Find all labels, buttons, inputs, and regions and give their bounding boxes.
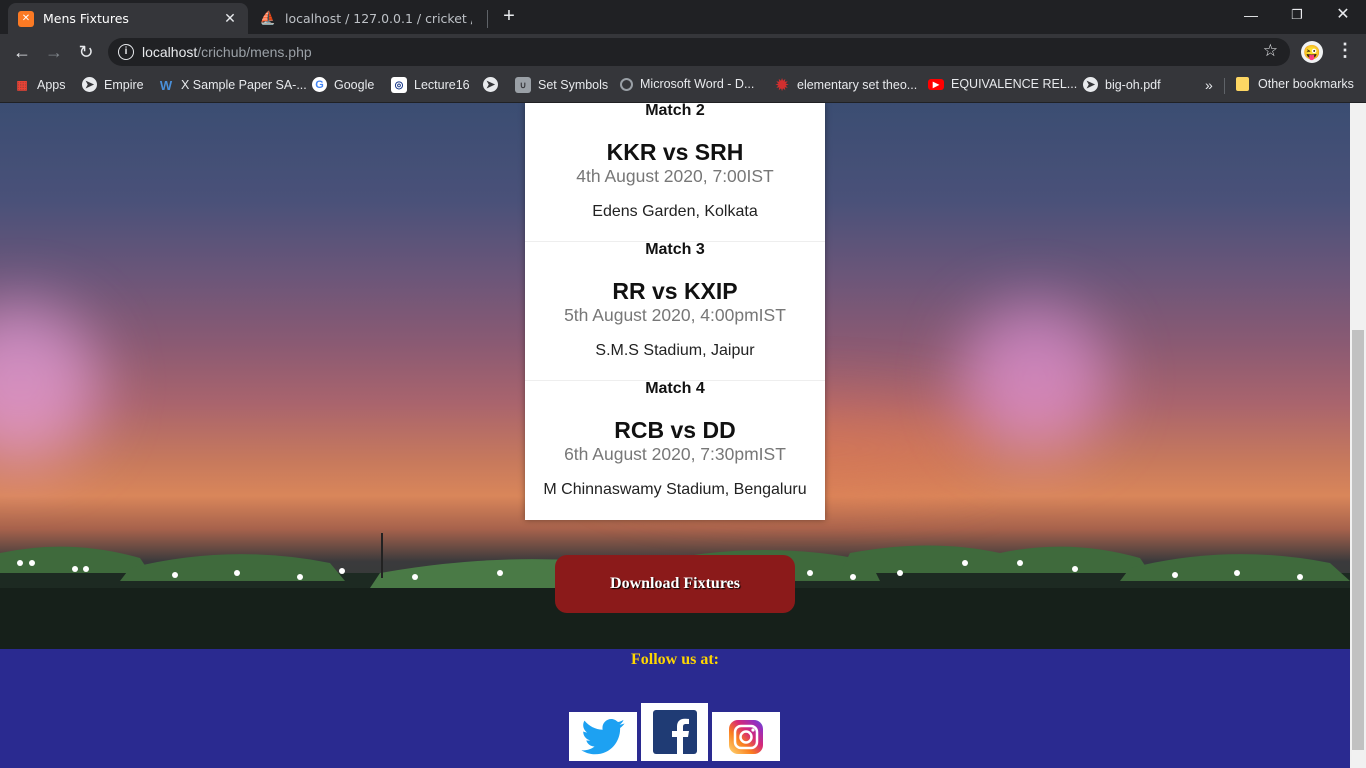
fixture-card: Match 3 RR vs KXIP 5th August 2020, 4:00… — [525, 242, 825, 381]
scrollbar-thumb[interactable] — [1352, 330, 1364, 750]
bookmark-equivalence[interactable]: ▶ EQUIVALENCE REL... — [928, 77, 1077, 91]
forward-button[interactable]: → — [42, 40, 66, 64]
close-window-button[interactable]: ✕ — [1320, 0, 1366, 30]
tab-divider — [487, 10, 488, 28]
match-venue: Edens Garden, Kolkata — [592, 203, 758, 220]
bookmark-apps[interactable]: ▦ Apps — [14, 77, 65, 93]
bookmarks-overflow-button[interactable]: » — [1205, 77, 1213, 93]
bookmark-google[interactable]: G Google — [312, 77, 374, 92]
match-teams: RCB vs DD — [614, 417, 736, 443]
reload-button[interactable]: ↻ — [74, 40, 98, 64]
facebook-icon — [652, 710, 697, 754]
fixtures-list: Match 2 KKR vs SRH 4th August 2020, 7:00… — [525, 103, 825, 520]
instagram-link[interactable] — [712, 712, 780, 761]
tab-title: Mens Fixtures — [43, 11, 129, 26]
bookmark-set-theory[interactable]: ✹ elementary set theo... — [774, 77, 918, 94]
globe-icon: ➤ — [82, 77, 97, 92]
loading-icon — [620, 77, 633, 91]
youtube-icon: ▶ — [928, 78, 944, 90]
xampp-icon: ✕ — [18, 10, 34, 27]
apps-grid-icon: ▦ — [16, 78, 28, 92]
match-teams: RR vs KXIP — [612, 278, 738, 304]
bookmark-empire[interactable]: ➤ Empire — [82, 77, 144, 92]
w-icon: W — [159, 77, 173, 93]
globe-icon: ➤ — [483, 77, 498, 92]
phpmyadmin-icon: ⛵ — [259, 11, 277, 26]
tab-mens-fixtures[interactable]: ✕ Mens Fixtures ✕ — [8, 3, 248, 34]
page-footer: Follow us at: — [0, 649, 1350, 768]
bookmark-globe[interactable]: ➤ — [483, 77, 505, 92]
browser-menu-icon[interactable]: ⋮ — [1336, 40, 1354, 61]
page-viewport: Match 2 KKR vs SRH 4th August 2020, 7:00… — [0, 103, 1350, 768]
back-button[interactable]: ← — [10, 40, 34, 64]
twitter-icon — [581, 718, 625, 754]
match-number: Match 3 — [645, 241, 705, 258]
follow-us-label: Follow us at: — [631, 651, 719, 668]
lecture-icon: ◎ — [391, 77, 407, 93]
tab-strip: ✕ Mens Fixtures ✕ ⛵ localhost / 127.0.0.… — [0, 0, 1366, 34]
match-number: Match 2 — [645, 103, 705, 119]
bookmark-sample-paper[interactable]: W X Sample Paper SA-... — [158, 77, 307, 93]
match-venue: M Chinnaswamy Stadium, Bengaluru — [543, 481, 807, 498]
bookmarks-divider — [1224, 78, 1225, 94]
fixture-card: Match 4 RCB vs DD 6th August 2020, 7:30p… — [525, 381, 825, 520]
match-venue: S.M.S Stadium, Jaipur — [595, 342, 755, 359]
match-teams: KKR vs SRH — [606, 139, 744, 165]
bookmark-lecture16[interactable]: ◎ Lecture16 — [391, 77, 470, 93]
bookmark-big-oh[interactable]: ➤ big-oh.pdf — [1083, 77, 1161, 92]
bookmark-set-symbols[interactable]: ∪ Set Symbols — [515, 77, 608, 93]
instagram-icon — [729, 719, 763, 754]
bookmark-other[interactable]: Other bookmarks — [1236, 77, 1354, 91]
url-text: localhost/crichub/mens.php — [142, 44, 312, 60]
match-datetime: 4th August 2020, 7:00IST — [576, 166, 774, 186]
folder-icon — [1236, 77, 1249, 91]
profile-avatar[interactable]: 😜 — [1301, 41, 1323, 63]
bookmarks-bar: ▦ Apps ➤ Empire W X Sample Paper SA-... … — [0, 70, 1366, 103]
tab-phpmyadmin[interactable]: ⛵ localhost / 127.0.0.1 / cricket / od — [250, 3, 482, 34]
browser-toolbar: ← → ↻ i localhost/crichub/mens.php ☆ — [0, 34, 1366, 70]
facebook-link[interactable] — [641, 703, 708, 761]
new-tab-button[interactable]: + — [498, 5, 520, 27]
google-icon: G — [312, 77, 327, 92]
twitter-link[interactable] — [569, 712, 637, 761]
bookmark-star-icon[interactable]: ☆ — [1263, 41, 1278, 61]
globe-icon: ➤ — [1083, 77, 1098, 92]
tab-title: localhost / 127.0.0.1 / cricket / od — [285, 11, 472, 26]
close-tab-icon[interactable]: ✕ — [222, 11, 238, 27]
fixture-card: Match 2 KKR vs SRH 4th August 2020, 7:00… — [525, 103, 825, 242]
red-gear-icon: ✹ — [775, 77, 789, 94]
address-bar[interactable]: i localhost/crichub/mens.php ☆ — [108, 38, 1290, 66]
restore-button[interactable]: ❐ — [1274, 0, 1320, 30]
info-icon[interactable]: i — [118, 44, 134, 60]
match-number: Match 4 — [645, 380, 705, 397]
set-symbols-icon: ∪ — [515, 77, 531, 93]
download-fixtures-button[interactable]: Download Fixtures — [555, 555, 795, 613]
bookmark-microsoft-word[interactable]: Microsoft Word - D... — [620, 77, 754, 91]
match-datetime: 6th August 2020, 7:30pmIST — [564, 444, 786, 464]
minimize-button[interactable]: — — [1228, 0, 1274, 30]
match-datetime: 5th August 2020, 4:00pmIST — [564, 305, 786, 325]
